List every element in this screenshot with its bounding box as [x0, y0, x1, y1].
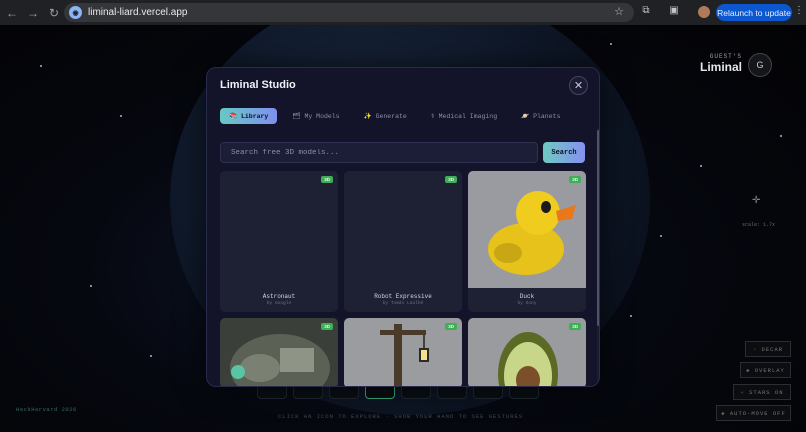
brand-block: GUEST'S Liminal — [700, 53, 742, 74]
tab-medical-imaging[interactable]: ⚕ Medical Imaging — [422, 108, 506, 124]
tab-library[interactable]: 📚 Library — [220, 108, 278, 124]
model-card[interactable]: 3D — [344, 318, 462, 386]
model-card[interactable]: 3D Robot Expressive by Tomás Laulhé — [344, 171, 462, 312]
bookmark-star-icon[interactable]: ☆ — [614, 5, 624, 18]
badge-3d: 3D — [569, 323, 581, 330]
decar-button[interactable]: ◦ DECAR — [745, 341, 791, 357]
badge-3d: 3D — [445, 323, 457, 330]
duck-image — [488, 191, 576, 275]
star-dot — [610, 43, 612, 45]
model-author: by Google — [266, 301, 292, 306]
browser-toolbar: ← → ↻ ◉ liminal-liard.vercel.app ☆ ⧉ ▣ R… — [0, 0, 806, 25]
address-bar[interactable]: ◉ liminal-liard.vercel.app ☆ — [64, 3, 634, 22]
model-grid: 3D Astronaut by Google 3D Robot Expressi… — [220, 171, 586, 386]
tab-generate[interactable]: ✨ Generate — [355, 108, 416, 124]
compass-icon: ✛ — [752, 195, 761, 206]
modal-title: Liminal Studio — [220, 79, 296, 91]
side-panel-icon[interactable]: ▣ — [667, 5, 681, 19]
tab-planets[interactable]: 🪐 Planets — [512, 108, 569, 124]
close-icon[interactable]: ✕ — [569, 76, 588, 95]
brand-title: Liminal — [700, 60, 743, 74]
user-avatar[interactable]: G — [748, 53, 772, 77]
model-card[interactable]: 3D — [468, 318, 586, 386]
extensions-icon[interactable]: ⧉ — [639, 5, 653, 19]
scale-readout: scale: 1.7x — [742, 222, 776, 228]
overlay-button[interactable]: ◈ OVERLAY — [740, 362, 791, 378]
badge-3d: 3D — [445, 176, 457, 183]
footer-tag: HackHarvard 2026 — [16, 406, 77, 413]
model-name: Robot Expressive — [374, 293, 432, 300]
badge-3d: 3D — [569, 176, 581, 183]
star-dot — [120, 115, 122, 117]
brand-subtitle: GUEST'S — [709, 53, 742, 60]
reload-icon[interactable]: ↻ — [45, 4, 63, 22]
star-dot — [660, 235, 662, 237]
model-card[interactable]: 3D Duck by Sony — [468, 171, 586, 312]
url-text: liminal-liard.vercel.app — [88, 7, 188, 18]
site-info-icon[interactable]: ◉ — [69, 6, 82, 19]
gesture-hint: CLICK AN ICON TO EXPLORE · SHOW YOUR HAN… — [278, 413, 524, 420]
star-dot — [780, 135, 782, 137]
badge-3d: 3D — [321, 176, 333, 183]
tab-bar: 📚 Library 🗂 My Models ✨ Generate ⚕ Medic… — [220, 108, 569, 124]
studio-modal: Liminal Studio ✕ 📚 Library 🗂 My Models ✨… — [206, 67, 600, 387]
star-dot — [700, 165, 702, 167]
model-thumbnail — [344, 171, 462, 288]
model-name: Astronaut — [262, 293, 296, 300]
star-dot — [630, 315, 632, 317]
forward-icon[interactable]: → — [24, 4, 42, 22]
profile-avatar[interactable] — [698, 6, 710, 18]
model-card[interactable]: 3D Astronaut by Google — [220, 171, 338, 312]
back-icon[interactable]: ← — [3, 4, 21, 22]
model-card[interactable]: 3D — [220, 318, 338, 386]
menu-icon[interactable]: ⋮ — [794, 5, 804, 16]
scrollbar-thumb[interactable] — [597, 130, 599, 326]
duck-thumbnail — [468, 171, 586, 288]
star-dot — [150, 355, 152, 357]
badge-3d: 3D — [321, 323, 333, 330]
model-thumbnail — [220, 171, 338, 288]
model-author: by Sony — [517, 301, 537, 306]
model-name: Duck — [519, 293, 535, 300]
star-dot — [40, 65, 42, 67]
search-input[interactable] — [220, 142, 538, 163]
search-row: Search — [220, 142, 586, 164]
search-button[interactable]: Search — [543, 142, 585, 163]
star-dot — [90, 285, 92, 287]
auto-move-button[interactable]: ◈ AUTO-MOVE OFF — [716, 405, 791, 421]
tab-my-models[interactable]: 🗂 My Models — [283, 108, 348, 124]
model-author: by Tomás Laulhé — [382, 301, 424, 306]
relaunch-button[interactable]: Relaunch to update — [716, 4, 792, 21]
stars-toggle-button[interactable]: ✧ STARS ON — [733, 384, 791, 400]
